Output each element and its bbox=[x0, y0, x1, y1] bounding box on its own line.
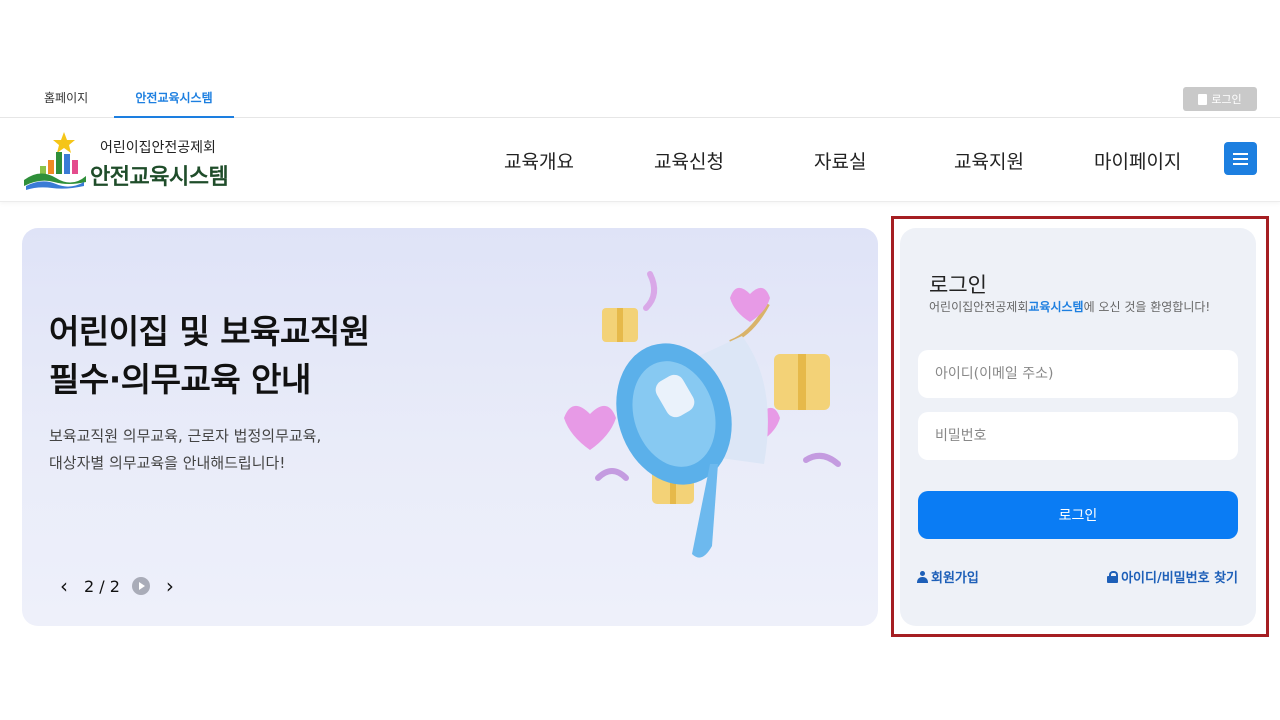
slider-controls: ‹ 2 / 2 › bbox=[56, 574, 178, 598]
banner-desc-line2: 대상자별 의무교육을 안내해드립니다! bbox=[49, 454, 286, 472]
login-welcome-text: 어린이집안전공제회교육시스템에 오신 것을 환영합니다! bbox=[929, 298, 1210, 315]
find-id-password-link[interactable]: 아이디/비밀번호 찾기 bbox=[1107, 567, 1238, 586]
site-logo[interactable]: 어린이집안전공제회 안전교육시스템 bbox=[22, 130, 262, 192]
signup-link[interactable]: 회원가입 bbox=[917, 567, 979, 586]
logo-emblem-icon bbox=[24, 132, 86, 190]
logo-subtitle: 어린이집안전공제회 bbox=[100, 140, 216, 156]
signup-label: 회원가입 bbox=[931, 571, 979, 586]
top-login-label: 로그인 bbox=[1211, 93, 1242, 106]
nav-education-application[interactable]: 교육신청 bbox=[654, 147, 724, 174]
nav-resources[interactable]: 자료실 bbox=[814, 147, 866, 174]
nav-education-overview[interactable]: 교육개요 bbox=[504, 147, 574, 174]
nav-education-support[interactable]: 교육지원 bbox=[954, 147, 1024, 174]
logo-title: 안전교육시스템 bbox=[90, 165, 229, 190]
welcome-highlight: 교육시스템 bbox=[1028, 300, 1084, 314]
banner-title-line2: 필수·의무교육 안내 bbox=[49, 360, 311, 399]
banner-title: 어린이집 및 보육교직원 필수·의무교육 안내 bbox=[49, 308, 370, 404]
banner-title-line1: 어린이집 및 보육교직원 bbox=[49, 312, 370, 351]
login-title: 로그인 bbox=[929, 273, 987, 297]
welcome-suffix: 에 오신 것을 환영합니다! bbox=[1083, 300, 1211, 314]
password-input[interactable] bbox=[918, 412, 1238, 460]
person-icon bbox=[917, 570, 928, 583]
megaphone-illustration bbox=[564, 271, 841, 558]
banner-desc-line1: 보육교직원 의무교육, 근로자 법정의무교육, bbox=[49, 427, 322, 445]
login-submit-button[interactable]: 로그인 bbox=[918, 491, 1238, 539]
tab-safety-education-system[interactable]: 안전교육시스템 bbox=[114, 89, 234, 118]
menu-icon-bar bbox=[1233, 162, 1248, 165]
main-banner-slide[interactable]: 어린이집 및 보육교직원 필수·의무교육 안내 보육교직원 의무교육, 근로자 … bbox=[22, 228, 878, 626]
menu-icon-bar bbox=[1233, 157, 1248, 160]
tab-homepage[interactable]: 홈페이지 bbox=[44, 89, 88, 118]
chevron-right-icon[interactable]: › bbox=[162, 574, 178, 598]
lock-icon bbox=[1107, 570, 1119, 583]
find-id-password-label: 아이디/비밀번호 찾기 bbox=[1121, 571, 1238, 586]
site-tab-bar: 홈페이지 안전교육시스템 로그인 bbox=[0, 80, 1280, 118]
nav-my-page[interactable]: 마이페이지 bbox=[1094, 147, 1181, 174]
login-panel: 로그인 어린이집안전공제회교육시스템에 오신 것을 환영합니다! 로그인 회원가… bbox=[900, 228, 1256, 626]
welcome-prefix: 어린이집안전공제회 bbox=[929, 300, 1029, 314]
door-icon bbox=[1198, 93, 1208, 105]
slide-indicator: 2 / 2 bbox=[84, 576, 120, 596]
top-login-button[interactable]: 로그인 bbox=[1183, 87, 1257, 111]
play-icon[interactable] bbox=[131, 577, 150, 595]
site-header: 어린이집안전공제회 안전교육시스템 교육개요 교육신청 자료실 교육지원 마이페… bbox=[0, 118, 1280, 202]
user-id-input[interactable] bbox=[918, 350, 1238, 398]
banner-description: 보육교직원 의무교육, 근로자 법정의무교육, 대상자별 의무교육을 안내해드립… bbox=[49, 423, 321, 477]
hamburger-menu-button[interactable] bbox=[1224, 142, 1257, 175]
menu-icon-bar bbox=[1233, 152, 1248, 155]
chevron-left-icon[interactable]: ‹ bbox=[56, 574, 72, 598]
